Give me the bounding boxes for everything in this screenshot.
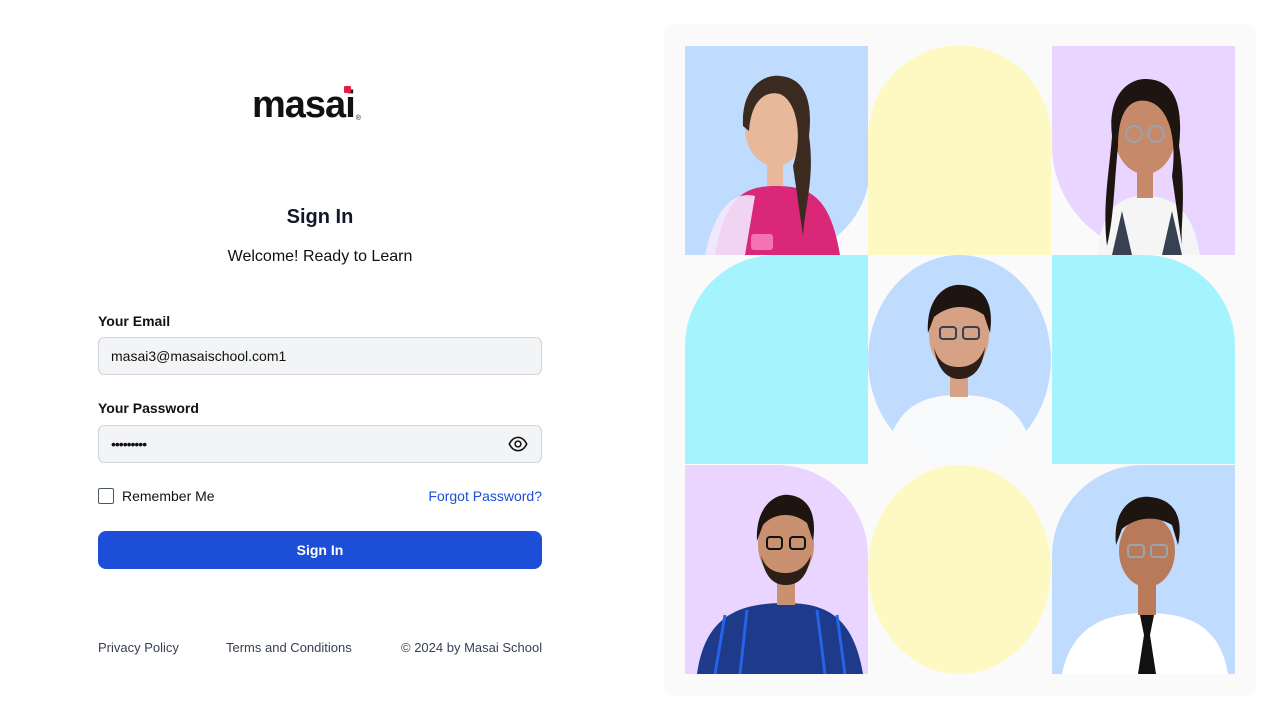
sign-in-button[interactable]: Sign In [98,531,542,569]
signin-panel: masai ® Sign In Welcome! Ready to Learn … [0,0,640,720]
collage-grid [685,46,1235,674]
cyan-tile-right [1052,255,1235,464]
student-photo-1 [685,46,868,255]
student-photo-3 [868,255,1051,464]
email-value: masai3@masaischool.com1 [111,348,287,364]
logo-accent-dot [343,86,351,93]
student-photo-4 [685,465,868,674]
masai-logo: masai ® [252,80,361,124]
student-photo-2 [1052,46,1235,255]
student-photo-5 [1052,465,1235,674]
email-label: Your Email [98,313,171,329]
copyright: © 2024 by Masai School [401,640,543,655]
page-subtitle: Welcome! Ready to Learn [227,248,413,265]
terms-link[interactable]: Terms and Conditions [226,640,352,655]
eye-icon[interactable] [507,433,529,455]
privacy-policy-link[interactable]: Privacy Policy [98,640,179,655]
remember-label: Remember Me [122,488,215,504]
password-value: ••••••••• [111,436,147,452]
page-title: Sign In [286,206,354,228]
yellow-tile-top [868,46,1051,255]
remember-me[interactable]: Remember Me [98,488,215,504]
password-label: Your Password [98,400,199,416]
password-field[interactable]: ••••••••• [98,425,542,463]
remember-checkbox[interactable] [98,488,114,504]
logo-wordmark: masai [252,84,356,126]
cyan-tile-left [685,255,868,464]
yellow-tile-bottom [868,465,1051,674]
forgot-password-link[interactable]: Forgot Password? [428,488,542,504]
hero-collage [664,24,1256,696]
registered-mark: ® [355,115,361,122]
email-field[interactable]: masai3@masaischool.com1 [98,337,542,375]
